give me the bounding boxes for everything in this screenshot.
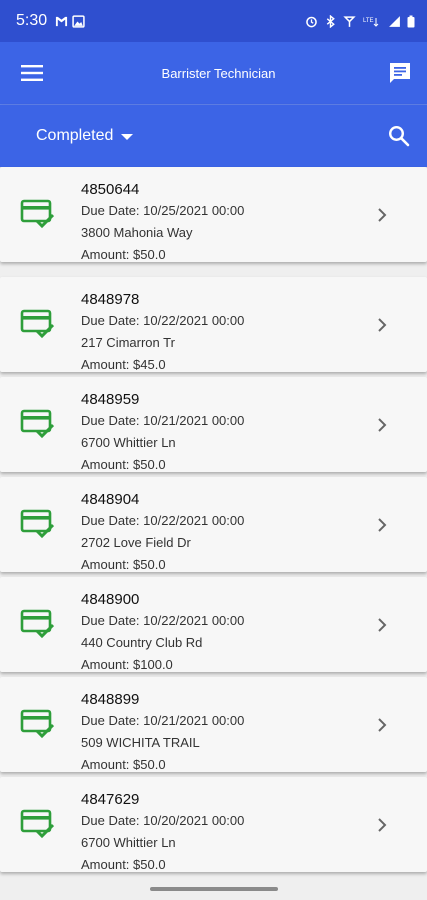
due-date: Due Date: 10/25/2021 00:00 — [81, 203, 245, 218]
battery-icon — [407, 15, 415, 27]
chevron-right-icon — [378, 618, 387, 632]
chevron-right-icon — [378, 818, 387, 832]
chat-button[interactable] — [373, 42, 427, 105]
chat-icon — [390, 63, 410, 83]
order-number: 4848899 — [81, 691, 140, 708]
work-order-card[interactable]: 4847629 Due Date: 10/20/2021 00:00 6700 … — [0, 777, 427, 872]
completed-bill-icon — [20, 309, 54, 339]
due-date: Due Date: 10/21/2021 00:00 — [81, 713, 245, 728]
address: 6700 Whittier Ln — [81, 835, 176, 850]
order-number: 4847629 — [81, 791, 140, 808]
work-order-card[interactable]: 4850644 Due Date: 10/25/2021 00:00 3800 … — [0, 167, 427, 262]
alarm-icon — [306, 16, 317, 27]
gmail-icon — [56, 16, 68, 26]
due-date: Due Date: 10/20/2021 00:00 — [81, 813, 245, 828]
work-order-card[interactable]: 4848959 Due Date: 10/21/2021 00:00 6700 … — [0, 377, 427, 472]
order-number: 4850644 — [81, 181, 140, 198]
address: 509 WICHITA TRAIL — [81, 735, 200, 750]
address: 2702 Love Field Dr — [81, 535, 191, 550]
search-button[interactable] — [371, 105, 427, 167]
order-number: 4848904 — [81, 491, 140, 508]
amount: Amount: $50.0 — [81, 757, 166, 772]
status-time: 5:30 — [16, 12, 48, 29]
navigation-bar — [0, 878, 427, 900]
address: 440 Country Club Rd — [81, 635, 203, 650]
chevron-right-icon — [378, 518, 387, 532]
completed-bill-icon — [20, 809, 54, 839]
completed-bill-icon — [20, 509, 54, 539]
home-gesture-handle[interactable] — [149, 887, 278, 891]
status-bar: 5:30 LTE — [0, 0, 427, 42]
amount: Amount: $50.0 — [81, 457, 166, 472]
chevron-right-icon — [378, 318, 387, 332]
work-order-card[interactable]: 4848900 Due Date: 10/22/2021 00:00 440 C… — [0, 577, 427, 672]
completed-bill-icon — [20, 199, 54, 229]
amount: Amount: $100.0 — [81, 657, 173, 672]
address: 217 Cimarron Tr — [81, 335, 175, 350]
order-number: 4848959 — [81, 391, 140, 408]
completed-bill-icon — [20, 409, 54, 439]
network-label: LTE — [363, 18, 374, 24]
hotspot-icon — [343, 15, 356, 27]
chevron-right-icon — [378, 418, 387, 432]
amount: Amount: $50.0 — [81, 857, 166, 872]
status-filter-value: Completed — [36, 127, 114, 144]
due-date: Due Date: 10/22/2021 00:00 — [81, 513, 245, 528]
order-number: 4848978 — [81, 291, 140, 308]
address: 3800 Mahonia Way — [81, 225, 193, 240]
chevron-right-icon — [378, 208, 387, 222]
status-filter-dropdown[interactable]: Completed — [36, 127, 134, 145]
order-number: 4848900 — [81, 591, 140, 608]
app-title: Barrister Technician — [161, 65, 276, 81]
address: 6700 Whittier Ln — [81, 435, 176, 450]
image-icon — [72, 14, 85, 28]
chevron-right-icon — [378, 718, 387, 732]
dropdown-caret-icon — [121, 134, 134, 140]
menu-button[interactable] — [0, 42, 64, 105]
work-order-card[interactable]: 4848978 Due Date: 10/22/2021 00:00 217 C… — [0, 277, 427, 372]
due-date: Due Date: 10/21/2021 00:00 — [81, 413, 245, 428]
amount: Amount: $50.0 — [81, 557, 166, 572]
work-order-card[interactable]: 4848899 Due Date: 10/21/2021 00:00 509 W… — [0, 677, 427, 772]
bluetooth-icon — [326, 14, 335, 28]
hamburger-menu-icon — [21, 65, 43, 81]
completed-bill-icon — [20, 709, 54, 739]
search-icon — [388, 125, 410, 147]
amount: Amount: $50.0 — [81, 247, 166, 262]
lte-icon: LTE — [363, 17, 379, 27]
amount: Amount: $45.0 — [81, 357, 166, 372]
filter-bar: Completed — [0, 105, 427, 167]
work-order-card[interactable]: 4848904 Due Date: 10/22/2021 00:00 2702 … — [0, 477, 427, 572]
app-bar: Barrister Technician — [0, 42, 427, 105]
due-date: Due Date: 10/22/2021 00:00 — [81, 313, 245, 328]
completed-bill-icon — [20, 609, 54, 639]
due-date: Due Date: 10/22/2021 00:00 — [81, 613, 245, 628]
signal-icon — [389, 15, 400, 27]
